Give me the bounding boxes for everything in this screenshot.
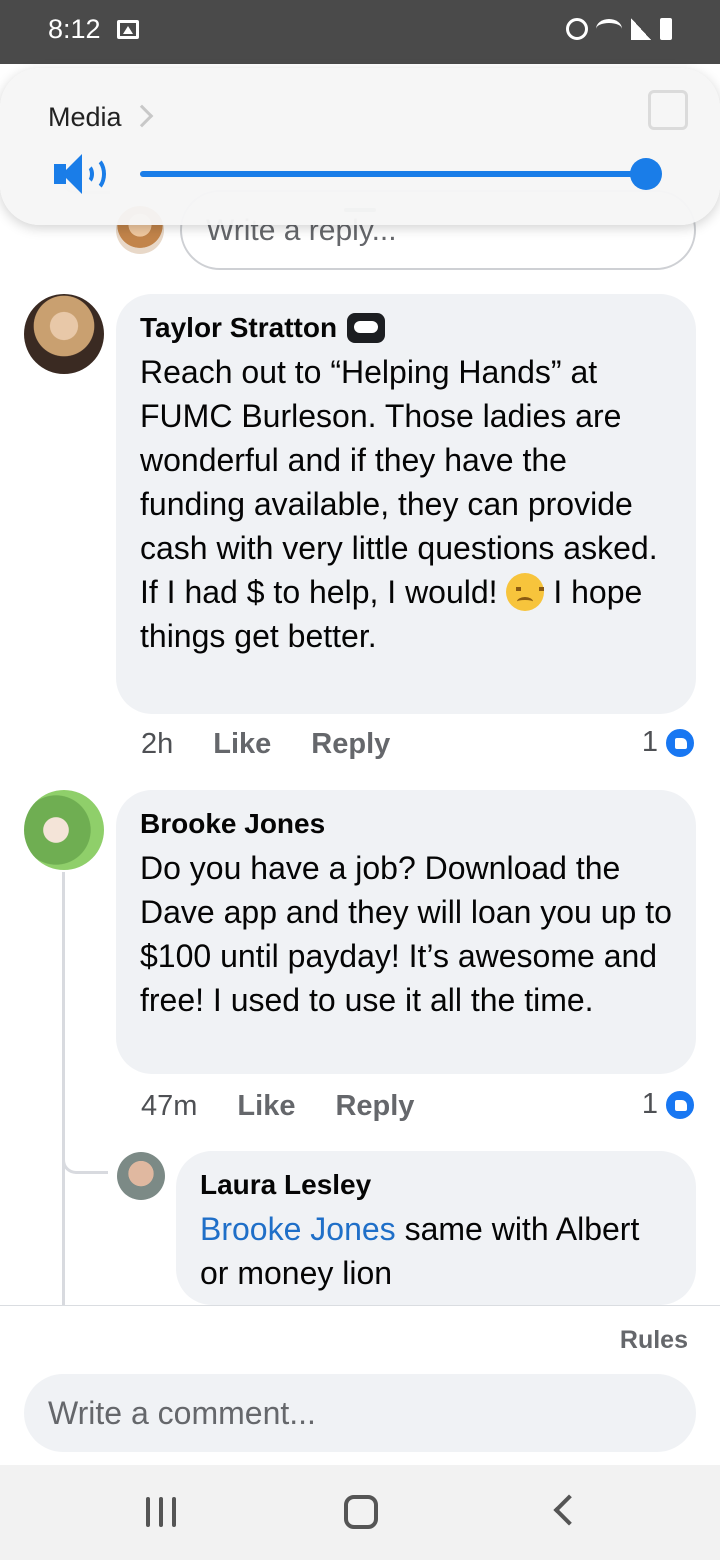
author-name[interactable]: Taylor Stratton (140, 312, 337, 344)
comment-actions: 47m Like Reply (141, 1090, 414, 1123)
avatar-taylor-stratton[interactable] (24, 294, 104, 374)
thread-connector (62, 1144, 108, 1174)
comment-text-main: Reach out to “Helping Hands” at FUMC Bur… (140, 354, 658, 610)
comment-time[interactable]: 2h (141, 728, 173, 761)
comment-text: Brooke Jones same with Albert or money l… (200, 1207, 672, 1295)
reaction-summary[interactable]: 1 (642, 1088, 696, 1121)
status-icons (566, 18, 672, 40)
comment-bubble[interactable]: Brooke Jones Do you have a job? Download… (116, 790, 696, 1074)
comments-sheet[interactable]: Write a reply... Taylor Stratton Reach o… (0, 64, 720, 1305)
comment-time[interactable]: 47m (141, 1090, 197, 1123)
wifi-icon (596, 19, 622, 39)
status-bar: 8:12 (0, 0, 720, 64)
volume-slider[interactable] (140, 158, 662, 190)
volume-label: Media (48, 102, 122, 132)
conversation-starter-icon (347, 313, 386, 343)
reply-button[interactable]: Reply (335, 1090, 414, 1123)
comment-author[interactable]: Laura Lesley (200, 1167, 672, 1203)
volume-slider-fill (140, 171, 646, 177)
image-notification-icon (117, 20, 139, 39)
comment-bubble[interactable]: Taylor Stratton Reach out to “Helping Ha… (116, 294, 696, 714)
thumbs-up-icon (648, 90, 688, 130)
comment-input[interactable] (24, 1374, 696, 1452)
back-icon[interactable] (553, 1494, 585, 1526)
reaction-summary[interactable]: 1 (642, 726, 696, 759)
recents-icon[interactable] (146, 1497, 176, 1527)
like-button[interactable]: Like (213, 728, 271, 761)
reply-button[interactable]: Reply (311, 728, 390, 761)
media-volume-panel[interactable]: Media (0, 68, 720, 225)
like-button[interactable]: Like (237, 1090, 295, 1123)
comment-footer: Rules (0, 1305, 720, 1465)
comment-text: Do you have a job? Download the Dave app… (140, 850, 681, 1018)
thread-line (62, 872, 65, 1305)
comment-author[interactable]: Taylor Stratton (140, 310, 672, 346)
like-reaction-icon (664, 726, 696, 759)
comment-actions: 2h Like Reply (141, 728, 390, 761)
volume-slider-thumb[interactable] (630, 158, 662, 190)
home-icon[interactable] (344, 1495, 378, 1529)
alarm-icon (566, 18, 588, 40)
navigation-bar (0, 1465, 720, 1560)
chevron-right-icon[interactable] (130, 104, 154, 128)
avatar-brooke-jones[interactable] (24, 790, 104, 870)
avatar-laura-lesley[interactable] (117, 1152, 165, 1200)
reply-bubble[interactable]: Laura Lesley Brooke Jones same with Albe… (176, 1151, 696, 1305)
like-reaction-icon (664, 1088, 696, 1121)
author-name[interactable]: Brooke Jones (140, 808, 325, 840)
reaction-count: 1 (641, 1088, 658, 1120)
battery-icon (660, 18, 672, 40)
speaker-icon[interactable] (54, 154, 108, 194)
mention-link[interactable]: Brooke Jones (200, 1211, 396, 1247)
author-name[interactable]: Laura Lesley (200, 1169, 371, 1201)
disappointed-face-emoji-icon (506, 573, 545, 611)
rules-link[interactable]: Rules (620, 1326, 688, 1355)
signal-icon (631, 18, 651, 40)
comment-text: Reach out to “Helping Hands” at FUMC Bur… (140, 350, 672, 658)
comment-author[interactable]: Brooke Jones (140, 806, 672, 842)
status-time: 8:12 (48, 14, 101, 44)
reaction-count: 1 (641, 726, 658, 758)
